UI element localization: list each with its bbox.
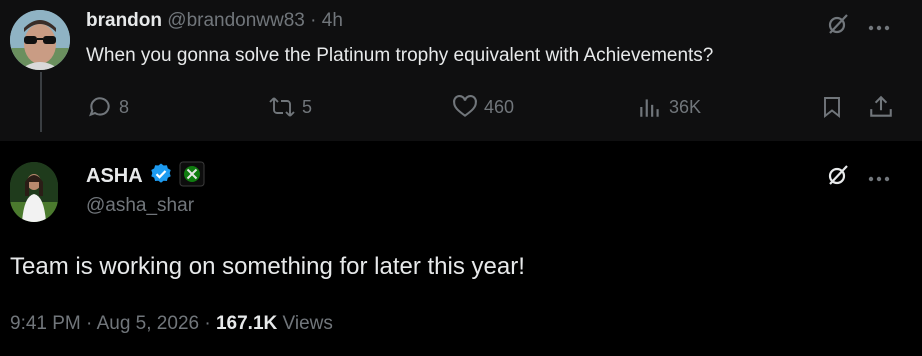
repost-icon — [269, 97, 295, 117]
user-handle[interactable]: @brandonww83 — [167, 10, 305, 31]
reply-top-icons — [826, 12, 890, 41]
repost-count: 5 — [302, 96, 313, 117]
post-metadata: 9:41 PM · Aug 5, 2026 · 167.1K Views — [10, 313, 333, 335]
post-text: Team is working on something for later t… — [10, 253, 525, 280]
like-count: 460 — [484, 96, 515, 117]
post-timestamp[interactable]: 9:41 PM · Aug 5, 2026 · — [10, 313, 211, 334]
share-button[interactable] — [868, 94, 894, 120]
reply-count: 8 — [119, 96, 130, 117]
heart-icon — [453, 95, 477, 117]
avatar-photo-asha — [10, 162, 58, 222]
display-name[interactable]: ASHA — [86, 165, 143, 188]
post-top-icons — [826, 163, 890, 192]
separator-dot: · — [310, 10, 317, 31]
verified-badge-icon[interactable] — [149, 162, 173, 191]
views-count: 167.1K — [215, 313, 278, 334]
display-name[interactable]: brandon — [86, 10, 162, 31]
user-handle[interactable]: @asha_shar — [86, 195, 194, 217]
action-bar: 8 5 460 36K — [0, 94, 922, 122]
avatar[interactable] — [10, 162, 58, 222]
views-count: 36K — [669, 96, 702, 117]
bookmark-button[interactable] — [820, 94, 844, 120]
author-name-row: ASHA — [86, 161, 205, 192]
views-bar-chart-icon — [640, 99, 659, 117]
more-options-icon[interactable] — [868, 18, 890, 36]
more-options-icon[interactable] — [868, 169, 890, 187]
bookmark-icon — [824, 97, 840, 118]
views-button[interactable]: 36K — [637, 94, 701, 120]
views-label: Views — [282, 313, 333, 334]
like-button[interactable]: 460 — [452, 94, 514, 120]
reply-icon — [89, 97, 110, 117]
avatar[interactable] — [10, 10, 70, 70]
affiliate-badge-icon[interactable] — [179, 161, 205, 192]
grok-icon[interactable] — [826, 12, 850, 41]
share-icon — [870, 95, 892, 117]
reply-button[interactable]: 8 — [87, 94, 129, 120]
post-time[interactable]: 4h — [322, 10, 343, 31]
reply-text: When you gonna solve the Platinum trophy… — [86, 45, 714, 66]
repost-button[interactable]: 5 — [268, 94, 312, 120]
grok-icon[interactable] — [826, 163, 850, 192]
avatar-photo-brandon — [10, 10, 70, 70]
reply-header: brandon @brandonww83 · 4h — [86, 10, 343, 32]
